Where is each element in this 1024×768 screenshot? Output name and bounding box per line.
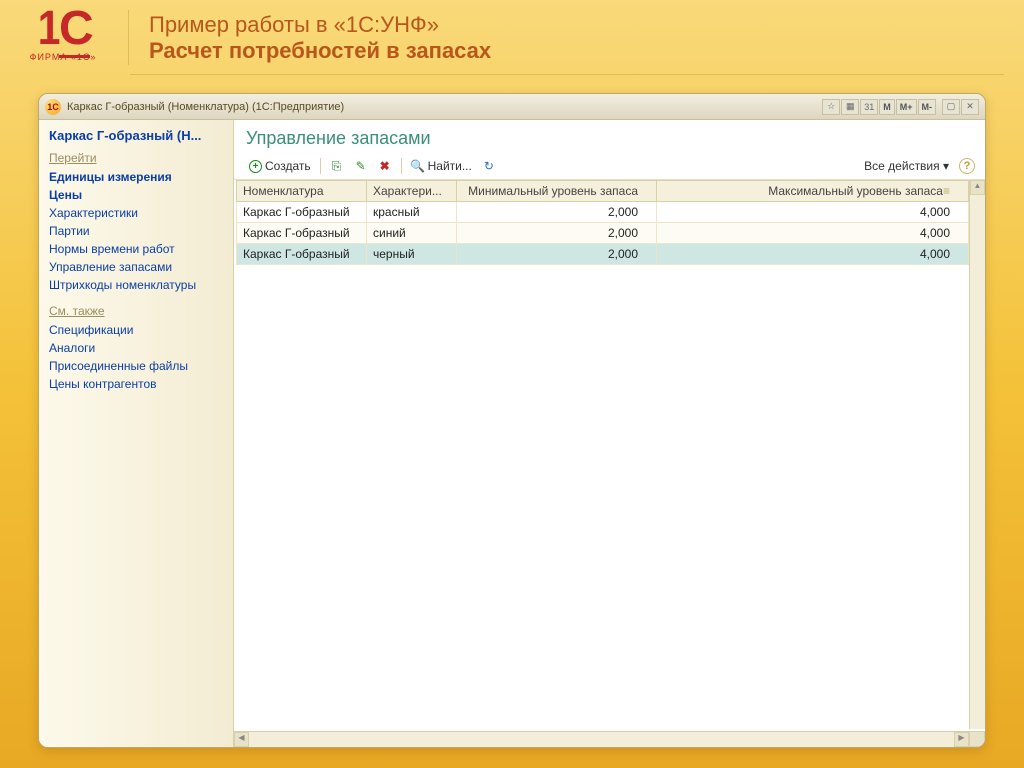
search-icon: 🔍 xyxy=(411,159,425,173)
cell-max: 4,000 xyxy=(657,244,969,265)
sidebar-title[interactable]: Каркас Г-образный (Н... xyxy=(49,128,223,143)
separator xyxy=(401,158,402,174)
sort-icon[interactable]: ≡ xyxy=(943,184,950,198)
cell-max: 4,000 xyxy=(657,202,969,223)
cell-characteristic: красный xyxy=(367,202,457,223)
slide-subtitle: Расчет потребностей в запасах xyxy=(149,38,1004,64)
sidebar-item-see[interactable]: Аналоги xyxy=(49,339,223,357)
create-label: Создать xyxy=(265,159,311,173)
vertical-scrollbar[interactable]: ▲ xyxy=(969,180,985,729)
create-button[interactable]: + Создать xyxy=(244,157,316,175)
sidebar-item-goto[interactable]: Нормы времени работ xyxy=(49,240,223,258)
table-row[interactable]: Каркас Г-образныйчерный2,0004,000 xyxy=(237,244,969,265)
sidebar-item-goto[interactable]: Характеристики xyxy=(49,204,223,222)
edit-button[interactable]: ✎ xyxy=(349,157,373,175)
scroll-corner xyxy=(969,731,985,747)
cell-min: 2,000 xyxy=(457,244,657,265)
minimize-button[interactable]: ▢ xyxy=(942,99,960,115)
close-button[interactable]: ✕ xyxy=(961,99,979,115)
scroll-up-icon[interactable]: ▲ xyxy=(970,180,985,195)
memory-m-button[interactable]: M xyxy=(879,99,895,115)
cell-characteristic: синий xyxy=(367,223,457,244)
content-title: Управление запасами xyxy=(234,120,985,155)
divider xyxy=(130,74,1004,75)
logo-text: 11СС xyxy=(36,10,89,48)
refresh-button[interactable]: ↻ xyxy=(477,157,501,175)
toolbar: + Создать ⎘ ✎ ✖ 🔍 Найти... ↻ Все действи… xyxy=(234,155,985,180)
col-min-stock[interactable]: Минимальный уровень запаса xyxy=(457,181,657,202)
cell-min: 2,000 xyxy=(457,223,657,244)
cell-characteristic: черный xyxy=(367,244,457,265)
horizontal-scrollbar[interactable]: ◀ ▶ xyxy=(234,731,969,747)
copy-icon: ⎘ xyxy=(330,159,344,173)
app-window: 1С Каркас Г-образный (Номенклатура) (1С:… xyxy=(38,93,986,748)
sidebar-item-goto[interactable]: Штрихкоды номенклатуры xyxy=(49,276,223,294)
delete-button[interactable]: ✖ xyxy=(373,157,397,175)
calculator-icon[interactable]: ▦ xyxy=(841,99,859,115)
cell-nomenclature: Каркас Г-образный xyxy=(237,202,367,223)
plus-icon: + xyxy=(249,160,262,173)
memory-mplus-button[interactable]: M+ xyxy=(896,99,917,115)
sidebar-item-goto[interactable]: Единицы измерения xyxy=(49,168,223,186)
col-max-stock[interactable]: Максимальный уровень запаса≡ xyxy=(657,181,969,202)
sidebar-section-see: См. также xyxy=(49,304,223,318)
sidebar-section-goto: Перейти xyxy=(49,151,223,165)
app-icon: 1С xyxy=(45,99,61,115)
slide-title: Пример работы в «1С:УНФ» xyxy=(149,12,1004,38)
scroll-left-icon[interactable]: ◀ xyxy=(234,732,249,747)
separator xyxy=(320,158,321,174)
find-button[interactable]: 🔍 Найти... xyxy=(406,157,477,175)
calendar-icon[interactable]: 31 xyxy=(860,99,878,115)
cell-min: 2,000 xyxy=(457,202,657,223)
refresh-icon: ↻ xyxy=(482,159,496,173)
favorite-icon[interactable]: ☆ xyxy=(822,99,840,115)
copy-button[interactable]: ⎘ xyxy=(325,157,349,175)
help-button[interactable]: ? xyxy=(959,158,975,174)
cell-max: 4,000 xyxy=(657,223,969,244)
sidebar-item-goto[interactable]: Управление запасами xyxy=(49,258,223,276)
scroll-right-icon[interactable]: ▶ xyxy=(954,732,969,747)
sidebar-item-goto[interactable]: Цены xyxy=(49,186,223,204)
sidebar-item-goto[interactable]: Партии xyxy=(49,222,223,240)
delete-icon: ✖ xyxy=(378,159,392,173)
data-table: Номенклатура Характери... Минимальный ур… xyxy=(236,180,969,265)
window-title: Каркас Г-образный (Номенклатура) (1С:Пре… xyxy=(67,101,344,113)
table-row[interactable]: Каркас Г-образныйсиний2,0004,000 xyxy=(237,223,969,244)
pencil-icon: ✎ xyxy=(354,159,368,173)
sidebar-item-see[interactable]: Цены контрагентов xyxy=(49,375,223,393)
sidebar: Каркас Г-образный (Н... Перейти Единицы … xyxy=(39,120,234,747)
cell-nomenclature: Каркас Г-образный xyxy=(237,223,367,244)
content-area: Управление запасами + Создать ⎘ ✎ ✖ 🔍 На… xyxy=(234,120,985,747)
logo: 11СС ФИРМА «1С» xyxy=(8,10,118,62)
all-actions-button[interactable]: Все действия ▾ xyxy=(860,157,953,175)
cell-nomenclature: Каркас Г-образный xyxy=(237,244,367,265)
col-characteristic[interactable]: Характери... xyxy=(367,181,457,202)
col-nomenclature[interactable]: Номенклатура xyxy=(237,181,367,202)
memory-mminus-button[interactable]: M- xyxy=(918,99,937,115)
sidebar-item-see[interactable]: Спецификации xyxy=(49,321,223,339)
table-row[interactable]: Каркас Г-образныйкрасный2,0004,000 xyxy=(237,202,969,223)
find-label: Найти... xyxy=(428,159,472,173)
titlebar: 1С Каркас Г-образный (Номенклатура) (1С:… xyxy=(39,94,985,120)
sidebar-item-see[interactable]: Присоединенные файлы xyxy=(49,357,223,375)
